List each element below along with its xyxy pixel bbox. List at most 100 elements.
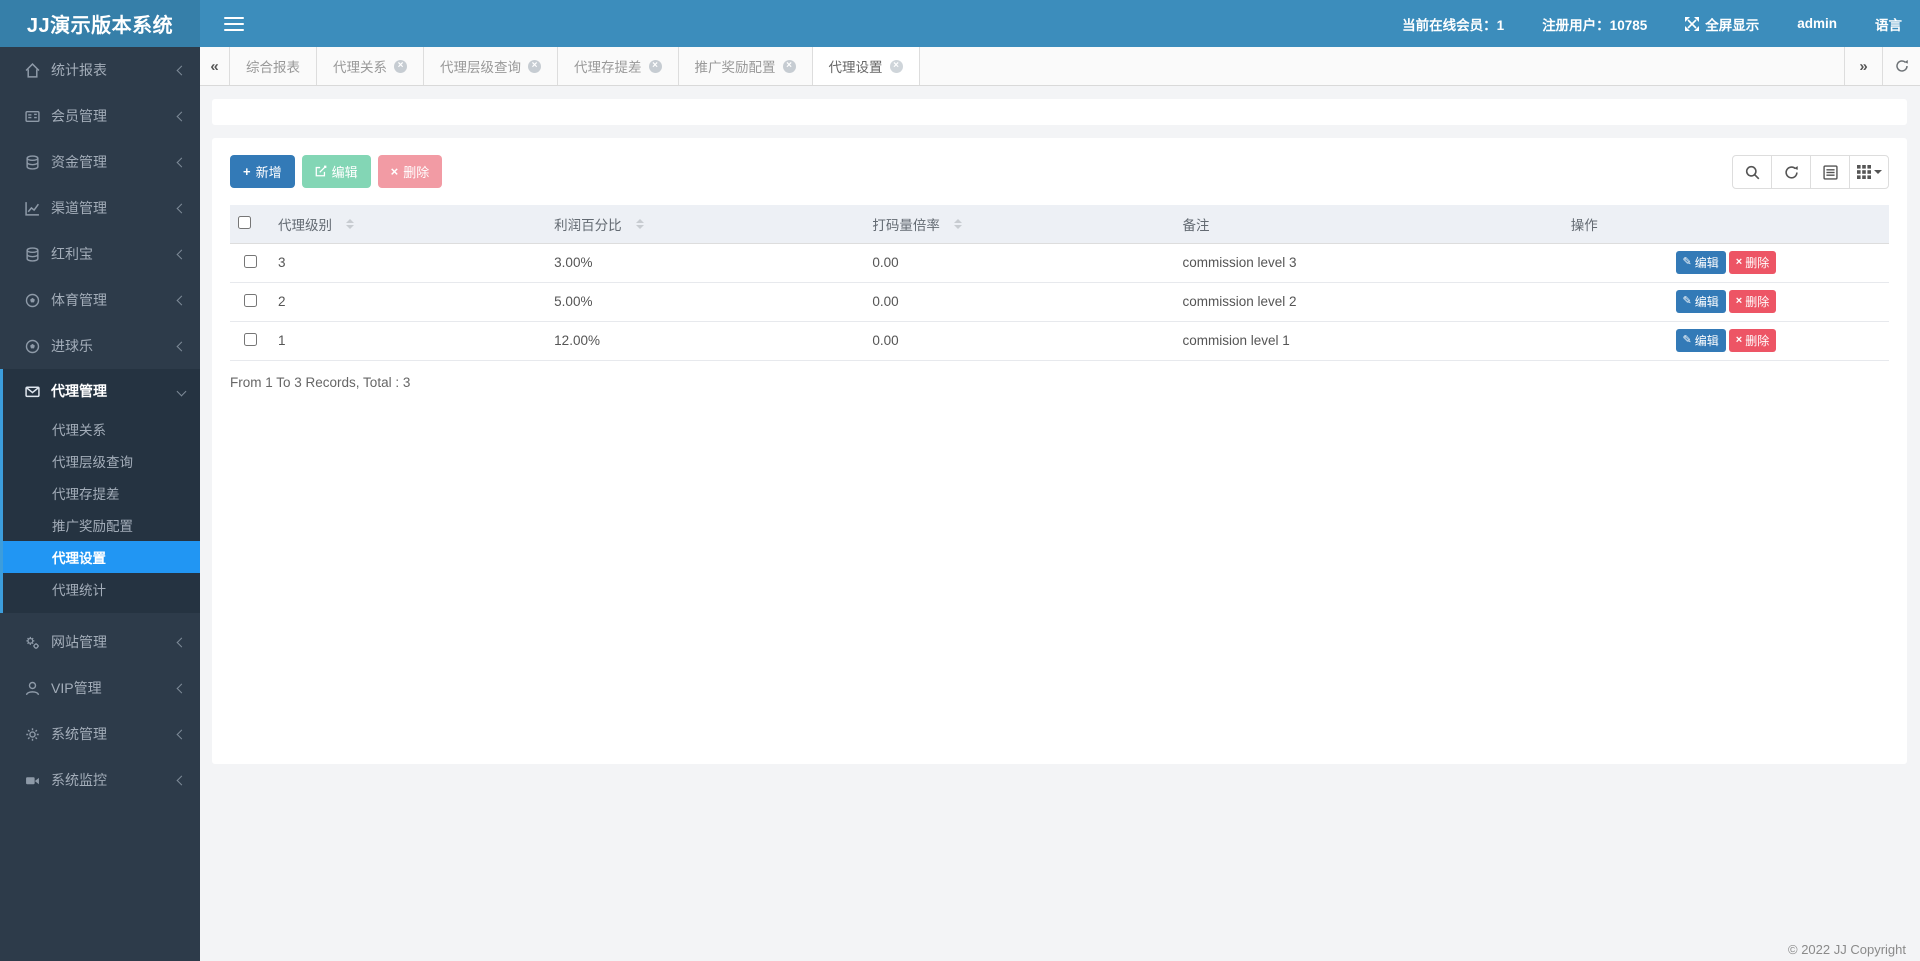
caret-down-icon [1873,170,1882,174]
sidebar-item-sports[interactable]: 体育管理 [0,277,200,323]
edit-pencil-icon: ✎ [1682,256,1692,268]
sidebar-item-agent-deposit-diff[interactable]: 代理存提差 [3,477,200,509]
tab-close-icon[interactable]: × [648,59,662,73]
user-icon [24,680,41,697]
sidebar: 统计报表 会员管理 资金管理 渠道管理 红利宝 体育管理 进球乐 代理管理 代理… [0,47,200,961]
sidebar-item-agent-settings-active[interactable]: 代理设置 [3,541,200,573]
copyright: © 2022 JJ Copyright [1788,942,1906,957]
sidebar-item-goal-fun[interactable]: 进球乐 [0,323,200,369]
id-card-icon [24,108,41,125]
chevron-left-icon [176,295,187,305]
sidebar-item-agents[interactable]: 代理管理 [3,369,200,413]
grid-columns-icon [1856,165,1871,179]
sidebar-group-agents: 代理管理 代理关系 代理层级查询 代理存提差 推广奖励配置 代理设置 代理统计 [0,369,200,613]
sidebar-item-monitor[interactable]: 系统监控 [0,757,200,803]
edit-button[interactable]: 编辑 [301,155,371,188]
chevron-left-icon [176,775,187,785]
sidebar-item-vip[interactable]: VIP管理 [0,665,200,711]
top-header: JJ演示版本系统 当前在线会员：1 注册用户：10785 全屏显示 admin … [0,0,1920,47]
table-header-row: 代理级别 利润百分比 打码量倍率 备注 操作 [230,205,1889,244]
tab-promo-reward-config[interactable]: 推广奖励配置 × [679,47,813,85]
gears-icon [24,634,41,651]
refresh-icon [1895,60,1908,72]
database-icon [24,246,41,263]
sidebar-item-bonus[interactable]: 红利宝 [0,231,200,277]
tab-agent-level-query[interactable]: 代理层级查询 × [424,47,558,85]
tab-overall-report[interactable]: 综合报表 [230,47,317,85]
tab-close-icon[interactable]: × [889,59,903,73]
row-checkbox[interactable] [243,293,257,307]
sort-icon [953,218,962,229]
tab-close-icon[interactable]: × [782,59,796,73]
column-header-wager-multiplier[interactable]: 打码量倍率 [864,205,1175,244]
select-all-checkbox[interactable] [238,215,251,229]
list-view-icon [1822,164,1838,180]
database-icon [24,154,41,171]
column-header-profit-percent[interactable]: 利润百分比 [546,205,865,244]
row-delete-button[interactable]: × 删除 [1728,251,1777,274]
chevron-left-icon [176,637,187,647]
tabs-refresh-button[interactable] [1882,47,1920,85]
sidebar-item-promo-reward-config[interactable]: 推广奖励配置 [3,509,200,541]
edit-pencil-icon: ✎ [1682,295,1692,307]
add-button[interactable]: + 新增 [230,155,295,188]
chevron-left-icon [176,249,187,259]
sidebar-item-members[interactable]: 会员管理 [0,93,200,139]
x-icon: × [390,164,399,179]
table-toolbar: + 新增 编辑 × 删除 [230,155,1889,189]
tabs-scroll-right-button[interactable]: » [1844,47,1882,85]
detail-view-button[interactable] [1810,155,1850,189]
columns-button[interactable] [1849,155,1889,189]
column-header-actions: 操作 [1562,205,1889,244]
row-edit-button[interactable]: ✎ 编辑 [1675,329,1726,352]
chevron-left-icon [176,683,187,693]
tab-agent-settings-active[interactable]: 代理设置 × [812,47,920,85]
tab-agent-deposit-diff[interactable]: 代理存提差 × [558,47,679,85]
sidebar-item-funds[interactable]: 资金管理 [0,139,200,185]
sidebar-item-agent-level-query[interactable]: 代理层级查询 [3,445,200,477]
sort-icon [635,218,644,229]
tabs-scroll-left-button[interactable]: « [200,47,230,85]
fullscreen-button[interactable]: 全屏显示 [1685,14,1759,34]
sidebar-item-agent-relations[interactable]: 代理关系 [3,413,200,445]
registered-users-status: 注册用户：10785 [1542,17,1648,33]
fullscreen-label: 全屏显示 [1705,17,1760,33]
sidebar-item-statistics[interactable]: 统计报表 [0,47,200,93]
sidebar-item-system[interactable]: 系统管理 [0,711,200,757]
language-menu[interactable]: 语言 [1875,14,1902,34]
sidebar-item-agent-statistics[interactable]: 代理统计 [3,573,200,605]
sidebar-toggle-icon[interactable] [224,16,244,31]
sidebar-item-channels[interactable]: 渠道管理 [0,185,200,231]
chevron-left-icon [176,729,187,739]
video-camera-icon [24,772,41,789]
search-button[interactable] [1732,155,1772,189]
row-delete-button[interactable]: × 删除 [1728,329,1777,352]
table-row: 3 3.00% 0.00 commission level 3 ✎ 编辑 × 删… [230,243,1889,283]
app-logo[interactable]: JJ演示版本系统 [0,0,200,47]
tab-bar: « 综合报表 代理关系 × 代理层级查询 × 代理存提差 × 推广奖励配置 × … [200,47,1920,86]
chevron-left-icon [176,203,187,213]
x-icon: × [1735,295,1743,307]
table-row: 1 12.00% 0.00 commision level 1 ✎ 编辑 × 删… [230,321,1889,361]
row-edit-button[interactable]: ✎ 编辑 [1675,290,1726,313]
user-menu[interactable]: admin [1797,16,1837,31]
tab-agent-relations[interactable]: 代理关系 × [317,47,424,85]
x-icon: × [1735,334,1743,346]
chevron-left-icon [176,65,187,75]
column-header-agent-level[interactable]: 代理级别 [270,205,547,244]
row-delete-button[interactable]: × 删除 [1728,290,1777,313]
line-chart-icon [24,200,41,217]
tab-close-icon[interactable]: × [394,59,407,73]
chevron-left-icon [176,111,187,121]
tab-close-icon[interactable]: × [528,59,541,73]
sidebar-item-website[interactable]: 网站管理 [0,619,200,665]
main-area: « 综合报表 代理关系 × 代理层级查询 × 代理存提差 × 推广奖励配置 × … [200,47,1920,961]
row-checkbox[interactable] [243,254,257,268]
row-checkbox[interactable] [243,332,257,346]
table-row: 2 5.00% 0.00 commission level 2 ✎ 编辑 × 删… [230,282,1889,322]
refresh-table-button[interactable] [1771,155,1811,189]
delete-button[interactable]: × 删除 [377,155,443,188]
search-icon [1745,165,1759,179]
agent-settings-panel: + 新增 编辑 × 删除 代理级别 利润百分比 打码量倍率 备注 操作 3 3.… [212,138,1907,764]
row-edit-button[interactable]: ✎ 编辑 [1675,251,1726,274]
